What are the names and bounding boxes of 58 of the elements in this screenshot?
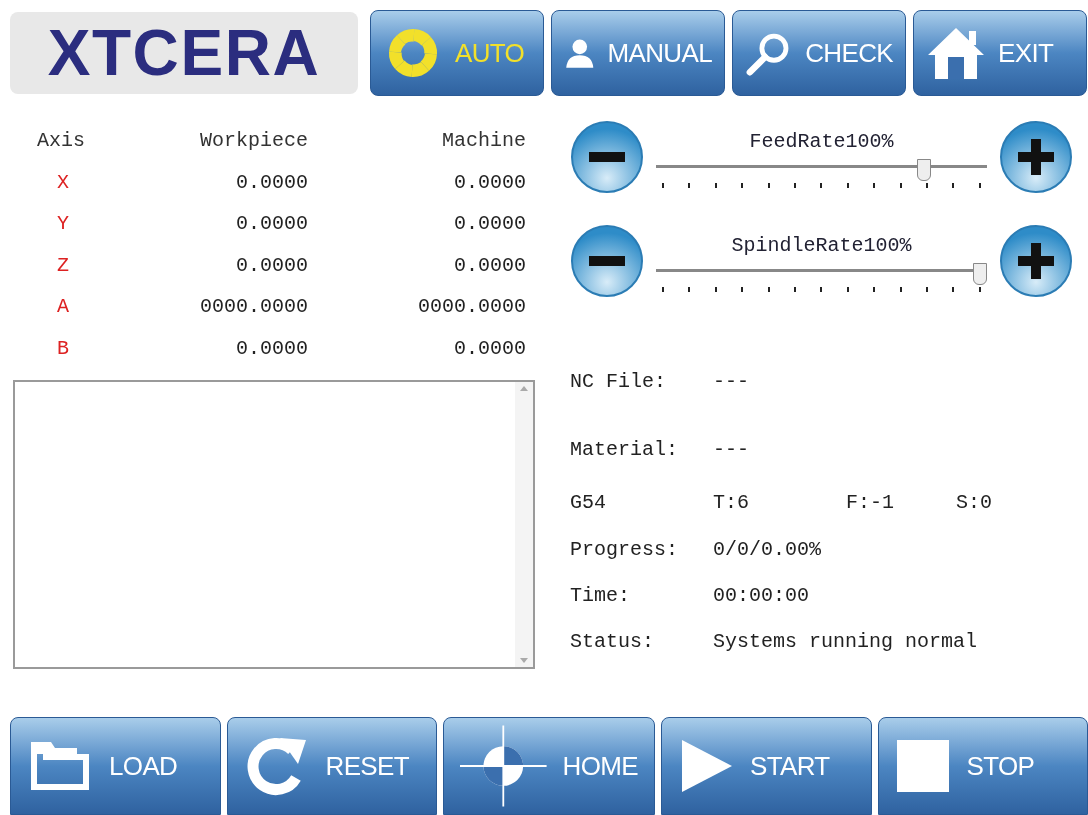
scrollbar[interactable]	[515, 381, 533, 667]
table-cell-text: 0.0000	[453, 169, 526, 196]
info-label: Progress:	[570, 537, 680, 563]
table-cell-text: 0.0000	[453, 252, 526, 279]
scroll-up-icon[interactable]	[520, 385, 528, 391]
logo: XTCERA	[10, 12, 358, 94]
slider-track[interactable]	[656, 158, 987, 181]
table-cell-text: 0.0000	[235, 252, 308, 279]
info-label: NC File:	[570, 369, 667, 395]
column-header: Axis	[36, 128, 86, 154]
info-value: F:-1	[846, 490, 895, 516]
mode-button[interactable]: CHECK	[732, 10, 906, 96]
info-value: 0/0/0.00%	[713, 537, 822, 563]
column-header: Workpiece	[198, 128, 308, 154]
plus-icon[interactable]	[999, 120, 1073, 194]
axis-label: A	[56, 294, 70, 321]
slider-thumb[interactable]	[916, 158, 931, 181]
action-button[interactable]: STOP	[877, 717, 1088, 815]
info-value: 00:00:00	[713, 583, 809, 609]
table-cell-text: 0.0000	[235, 211, 308, 238]
mode-button[interactable]: MANUAL	[551, 10, 725, 96]
info-value: S:0	[956, 490, 992, 516]
info-value: T:6	[713, 490, 750, 516]
stop-icon	[894, 738, 951, 794]
info-value: ---	[713, 369, 749, 395]
mode-button[interactable]: AUTO	[370, 10, 544, 96]
axis-label: X	[56, 169, 70, 196]
mode-button[interactable]: EXIT	[913, 10, 1087, 96]
table-cell-text: 0000.0000	[416, 294, 526, 321]
axis-label: Z	[56, 252, 70, 279]
info-value: ---	[713, 437, 749, 463]
table-cell-text: 0.0000	[453, 211, 526, 238]
table-cell-text: 0.0000	[235, 169, 308, 196]
info-label: Status:	[570, 629, 655, 655]
plus-icon[interactable]	[999, 224, 1073, 298]
home-icon	[926, 25, 986, 81]
info-label: Time:	[570, 583, 631, 609]
slider-label: FeedRate100%	[749, 128, 894, 155]
action-button[interactable]: LOAD	[10, 717, 221, 815]
minus-icon[interactable]	[570, 224, 644, 298]
action-button[interactable]: RESET	[226, 717, 437, 815]
slider-thumb[interactable]	[973, 262, 987, 285]
action-button[interactable]: START	[661, 717, 872, 815]
info-value: G54	[570, 490, 607, 516]
minus-icon[interactable]	[570, 120, 644, 194]
slider-track[interactable]	[656, 262, 987, 285]
slider-label: SpindleRate100%	[731, 232, 912, 259]
scroll-down-icon[interactable]	[520, 657, 528, 663]
info-value: Systems running normal	[713, 629, 978, 655]
text-area[interactable]	[13, 379, 535, 669]
table-cell-text: 0000.0000	[198, 294, 308, 321]
info-label: Material:	[570, 437, 680, 463]
column-header: Machine	[441, 128, 526, 154]
table-cell-text: 0.0000	[453, 335, 526, 362]
action-button[interactable]: HOME	[443, 717, 655, 815]
table-cell-text: 0.0000	[235, 335, 308, 362]
axis-label: B	[56, 335, 70, 362]
axis-label: Y	[56, 211, 70, 238]
